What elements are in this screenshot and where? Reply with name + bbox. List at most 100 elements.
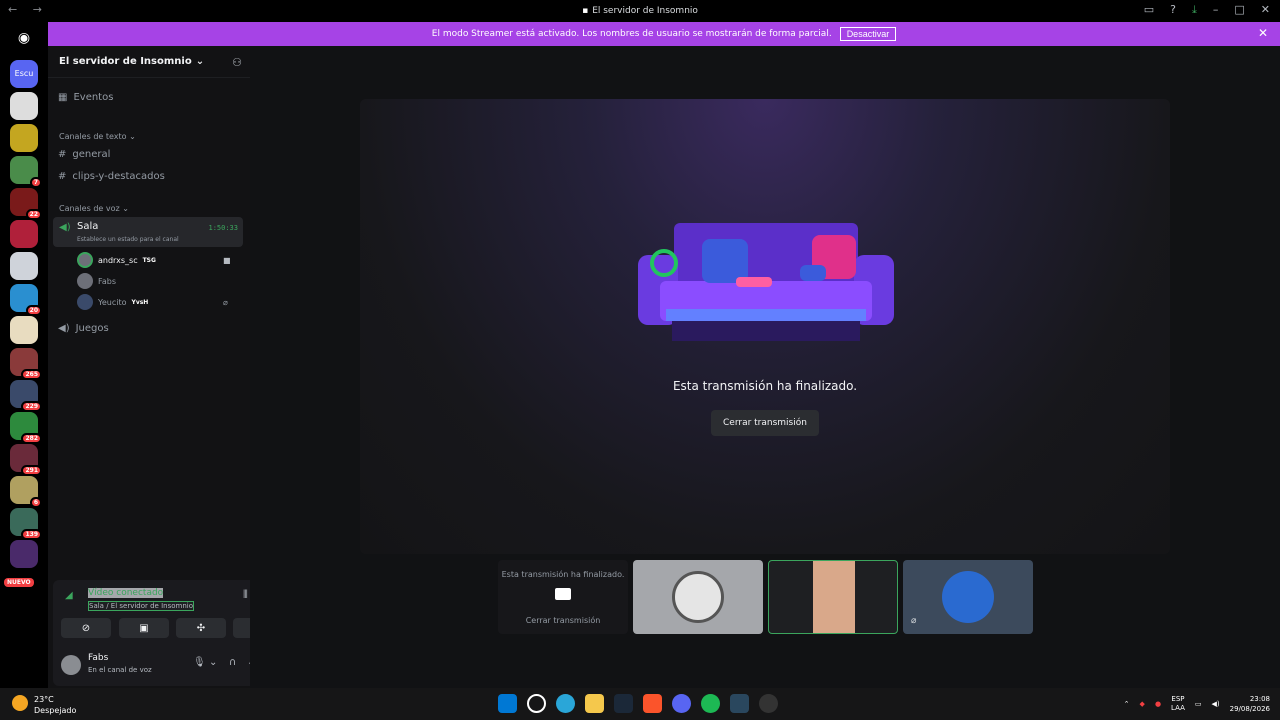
server-icon[interactable]: [10, 316, 38, 344]
user-tag: TSG: [142, 256, 156, 264]
chevron-down-icon[interactable]: ⌄: [209, 657, 217, 668]
banner-text: El modo Streamer está activado. Los nomb…: [431, 29, 832, 39]
weather-icon[interactable]: [12, 695, 28, 711]
server-icon[interactable]: [10, 252, 38, 280]
minimize-icon[interactable]: –: [1213, 3, 1219, 17]
voice-channel-juegos[interactable]: ◀) Juegos: [58, 323, 109, 334]
server-icon[interactable]: [10, 124, 38, 152]
close-banner-icon[interactable]: ✕: [1258, 26, 1268, 40]
channel-label: clips-y-destacados: [72, 171, 165, 182]
voice-user[interactable]: andrxs_sc TSG ■: [77, 252, 231, 268]
text-category[interactable]: Canales de texto ⌄: [59, 132, 136, 141]
server-rail: ◉ Escu 7 22 20 265 229 282 291 6 139 NUE…: [0, 22, 48, 688]
stream-tile-ended[interactable]: Esta transmisión ha finalizado. Cerrar t…: [498, 560, 628, 634]
server-icon[interactable]: [10, 540, 38, 568]
volume-icon[interactable]: ◀): [1212, 700, 1220, 708]
server-header[interactable]: El servidor de Insomnio ⌄ ⚇: [48, 46, 250, 78]
tray-app-icon[interactable]: ◆: [1140, 700, 1145, 708]
participant-video-tile[interactable]: [768, 560, 898, 634]
screen-share-button[interactable]: ▣: [119, 618, 169, 638]
unread-badge: 22: [25, 209, 42, 220]
window-title-text: El servidor de Insomnio: [592, 6, 698, 16]
server-icon[interactable]: 22: [10, 188, 42, 220]
microphone-icon[interactable]: ●: [1155, 700, 1161, 708]
server-icon[interactable]: 282: [10, 412, 42, 444]
tile-close-stream[interactable]: Cerrar transmisión: [498, 616, 628, 625]
new-badge[interactable]: NUEVO: [4, 578, 34, 587]
brave-icon[interactable]: [643, 694, 662, 713]
server-icon[interactable]: [10, 220, 38, 248]
inbox-icon[interactable]: ▭: [1144, 3, 1154, 17]
microphone-icon[interactable]: 🎙︎: [193, 657, 206, 668]
network-icon[interactable]: ▭: [1195, 700, 1202, 708]
server-icon[interactable]: 265: [10, 348, 42, 380]
chevron-up-icon[interactable]: ⌃: [1124, 700, 1130, 708]
unread-badge: 265: [21, 369, 42, 380]
unread-badge: 291: [21, 465, 42, 476]
participant-tile[interactable]: ⌀: [903, 560, 1033, 634]
steam-icon[interactable]: [730, 694, 749, 713]
discord-home-icon[interactable]: ◉: [10, 24, 38, 52]
obs-icon[interactable]: [759, 694, 778, 713]
download-icon[interactable]: ⤓: [1192, 3, 1197, 17]
signal-icon[interactable]: ◢: [65, 590, 73, 601]
window-title: ▪ El servidor de Insomnio: [0, 6, 1280, 16]
voice-category[interactable]: Canales de voz ⌄: [59, 204, 129, 213]
voice-user-name: Fabs: [98, 276, 117, 286]
server-label: Escu: [14, 69, 34, 78]
weather-widget[interactable]: 23°C Despejado: [34, 694, 76, 716]
channel-sidebar: El servidor de Insomnio ⌄ ⚇ ▦ Eventos Can…: [48, 46, 291, 688]
noise-icon[interactable]: ⦀: [243, 588, 248, 602]
help-icon[interactable]: ?: [1170, 3, 1176, 17]
weather-condition: Despejado: [34, 706, 77, 715]
deactivate-button[interactable]: Desactivar: [839, 27, 897, 41]
avatar: [77, 252, 93, 268]
speaker-icon: ◀): [58, 323, 70, 334]
server-icon[interactable]: [10, 92, 38, 120]
file-explorer-icon[interactable]: [585, 694, 604, 713]
edge-icon[interactable]: [556, 694, 575, 713]
invite-people-icon[interactable]: ⚇: [232, 56, 242, 69]
voice-user[interactable]: Fabs: [77, 273, 116, 289]
discord-icon[interactable]: [672, 694, 691, 713]
lang-top: ESP: [1171, 695, 1185, 703]
server-name: El servidor de Insomnio: [59, 56, 192, 67]
start-icon[interactable]: [498, 694, 517, 713]
voice-user[interactable]: Yeucito YvsH ⌀: [77, 294, 228, 310]
participant-tile[interactable]: [633, 560, 763, 634]
connection-location[interactable]: Sala / El servidor de Insomnio: [88, 601, 195, 611]
screen-icon: [555, 588, 571, 600]
clock[interactable]: 23:08 29/08/2026: [1230, 694, 1270, 714]
taskbar-apps: [498, 694, 778, 713]
search-icon[interactable]: [527, 694, 546, 713]
voice-user-name: Yeucito: [98, 297, 127, 307]
connection-status: Vídeo conectado: [88, 588, 164, 598]
activities-button[interactable]: ✣: [176, 618, 226, 638]
voice-category-label: Canales de voz: [59, 204, 120, 213]
headphones-icon[interactable]: ∩: [229, 657, 236, 668]
server-icon[interactable]: 7: [10, 156, 42, 188]
close-window-icon[interactable]: ✕: [1261, 3, 1270, 17]
user-avatar[interactable]: [61, 655, 81, 675]
server-icon[interactable]: 229: [10, 380, 42, 412]
server-icon[interactable]: 139: [10, 508, 42, 540]
channel-general[interactable]: # general: [58, 149, 110, 160]
events-item[interactable]: ▦ Eventos: [58, 92, 113, 103]
close-stream-button[interactable]: Cerrar transmisión: [711, 410, 819, 436]
server-icon[interactable]: 20: [10, 284, 42, 316]
server-icon[interactable]: 6: [10, 476, 42, 508]
user-status: En el canal de voz: [88, 666, 152, 674]
temperature: 23°C: [34, 695, 54, 704]
language-indicator[interactable]: ESP LAA: [1171, 695, 1185, 713]
steam-icon[interactable]: [614, 694, 633, 713]
channel-status[interactable]: Establece un estado para el canal: [77, 236, 179, 243]
camera-toggle-button[interactable]: ⊘: [61, 618, 111, 638]
user-name: Fabs: [88, 653, 109, 663]
spotify-icon[interactable]: [701, 694, 720, 713]
maximize-icon[interactable]: □: [1234, 3, 1244, 17]
main-area: Esta transmisión ha finalizado. Cerrar t…: [250, 46, 1280, 688]
server-icon[interactable]: 291: [10, 444, 42, 476]
server-icon-escu[interactable]: Escu: [10, 60, 38, 88]
channel-clips[interactable]: # clips-y-destacados: [58, 171, 165, 182]
voice-channel-sala[interactable]: ◀) Sala 1:50:33 Establece un estado para…: [53, 217, 243, 247]
